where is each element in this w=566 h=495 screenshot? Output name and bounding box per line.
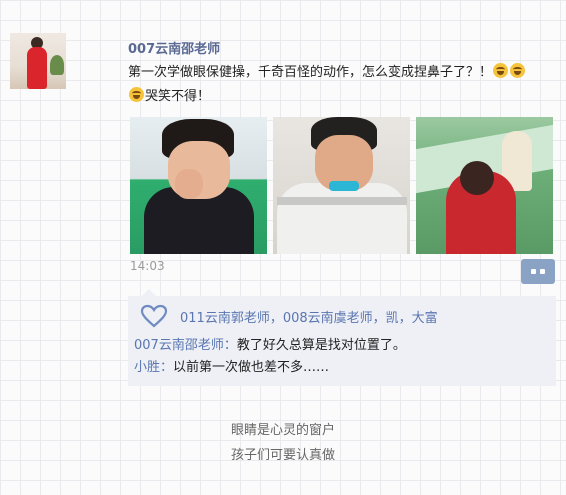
comment-text: 以前第一次做也差不多……: [173, 360, 330, 375]
comment-item[interactable]: 小胜：以前第一次做也差不多……: [134, 356, 329, 375]
post-text-line2: 哭笑不得！: [145, 89, 211, 104]
laugh-cry-emoji: [493, 63, 509, 78]
photo-kid-collar: [329, 181, 359, 191]
photo-3[interactable]: [416, 117, 553, 254]
photo-kid-body: [277, 183, 407, 254]
caption-line-1: 眼睛是心灵的窗户: [230, 423, 335, 438]
heart-icon: [140, 304, 168, 328]
laugh-cry-emoji: [129, 87, 144, 102]
post-time: 14:03: [130, 259, 165, 273]
comment-author[interactable]: 007云南邵老师：: [134, 338, 237, 353]
photo-1[interactable]: [130, 117, 267, 254]
likes-comments-panel: 011云南郭老师，008云南虞老师，凯，大富 007云南邵老师：教了好久总算是找…: [128, 289, 556, 386]
post-text-line1: 第一次学做眼保健操，千奇百怪的动作，怎么变成捏鼻子了？！: [128, 65, 493, 80]
comment-item[interactable]: 007云南邵老师：教了好久总算是找对位置了。: [134, 334, 406, 353]
likes-list[interactable]: 011云南郭老师，008云南虞老师，凯，大富: [180, 307, 438, 326]
avatar-figure-dress: [27, 47, 47, 89]
more-dot-icon: [531, 269, 536, 274]
comment-author[interactable]: 小胜：: [134, 360, 173, 375]
caption-line-2: 孩子们可要认真做: [230, 448, 335, 463]
photo-kid-hand: [175, 169, 203, 199]
post-text: 第一次学做眼保健操，千奇百怪的动作，怎么变成捏鼻子了？！ 哭笑不得！: [128, 61, 560, 109]
more-actions-button[interactable]: [521, 259, 555, 284]
post-author[interactable]: 007云南邵老师: [128, 38, 220, 57]
comment-text: 教了好久总算是找对位置了。: [236, 338, 406, 353]
avatar-plant: [50, 55, 64, 75]
laugh-cry-emoji: [510, 63, 526, 78]
more-dot-icon: [540, 269, 545, 274]
photo-kid-stripe: [277, 197, 407, 205]
photo-2[interactable]: [273, 117, 410, 254]
avatar[interactable]: [10, 33, 66, 89]
photo-kid-head: [460, 161, 494, 195]
